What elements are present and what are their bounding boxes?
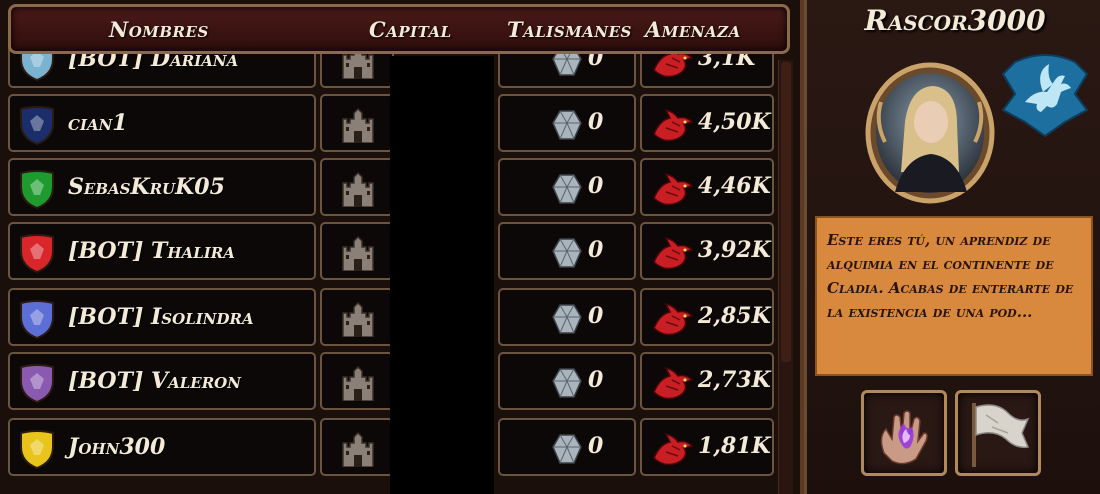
header-capital[interactable]: Capital [369,17,452,42]
capital-cell[interactable] [320,222,394,280]
talismans-cell[interactable]: 0 [498,94,636,152]
threat-cell[interactable]: 3,92K [640,222,774,280]
player-name: Rascor3000 [864,4,1046,37]
pegasus-icon [1001,54,1089,138]
talismans-value: 0 [588,237,604,263]
player-cell[interactable]: SebasKruK05 [8,158,316,216]
threat-cell[interactable]: 2,85K [640,288,774,346]
talismans-value: 0 [588,367,604,393]
player-shield-icon [20,234,54,273]
white-flag-icon [972,403,1030,467]
talismans-value: 0 [588,433,604,459]
red-dragon-icon [653,366,694,400]
castle-icon [342,171,374,207]
talisman-gem-icon [552,238,582,268]
threat-value: 4,50K [698,109,771,135]
talisman-gem-icon [552,434,582,464]
threat-value: 4,46K [698,173,771,199]
player-cell[interactable]: cian1 [8,94,316,152]
ranking-table: [BOT] Dariana 0 3,1K cian1 0 4,50K Sebas… [0,0,804,494]
talismans-cell[interactable]: 0 [498,158,636,216]
player-name-text: SebasKruK05 [68,174,225,200]
threat-cell[interactable]: 4,50K [640,94,774,152]
scrollbar-thumb[interactable] [781,62,791,362]
player-cell[interactable]: [BOT] Thalira [8,222,316,280]
scrollbar[interactable] [778,60,793,494]
header-names[interactable]: Nombres [109,17,209,42]
capital-cell[interactable] [320,352,394,410]
talismans-cell[interactable]: 0 [498,418,636,476]
talismans-value: 0 [588,173,604,199]
player-shield-icon [20,364,54,403]
castle-icon [342,107,374,143]
player-cell[interactable]: [BOT] Isolindra [8,288,316,346]
header-threat[interactable]: Amenaza [645,17,741,42]
capital-cell[interactable] [320,158,394,216]
player-shield-icon [20,430,54,469]
red-dragon-icon [653,108,694,142]
player-description: Este eres tú, un aprendiz de alquimia en… [815,216,1093,376]
talismans-cell[interactable]: 0 [498,222,636,280]
castle-icon [342,235,374,271]
player-cell[interactable]: [BOT] Valeron [8,352,316,410]
threat-cell[interactable]: 4,46K [640,158,774,216]
table-header: Nombres Capital Talismanes Amenaza [8,4,790,54]
capital-gap [390,56,494,494]
castle-icon [342,365,374,401]
threat-value: 3,92K [698,237,771,263]
red-dragon-icon [653,236,694,270]
talisman-gem-icon [552,304,582,334]
player-name-text: [BOT] Thalira [68,238,235,264]
threat-cell[interactable]: 1,81K [640,418,774,476]
talismans-cell[interactable]: 0 [498,288,636,346]
purple-flame-hand-icon [880,410,928,465]
game-screen: [BOT] Dariana 0 3,1K cian1 0 4,50K Sebas… [0,0,1100,494]
player-name-text: John300 [68,434,166,460]
talismans-cell[interactable]: 0 [498,352,636,410]
header-talismans[interactable]: Talismanes [507,17,632,42]
red-dragon-icon [653,432,694,466]
player-cell[interactable]: John300 [8,418,316,476]
capital-cell[interactable] [320,418,394,476]
red-dragon-icon [653,172,694,206]
threat-value: 1,81K [698,433,771,459]
player-shield-icon [20,300,54,339]
castle-icon [342,301,374,337]
talisman-gem-icon [552,368,582,398]
talismans-value: 0 [588,109,604,135]
talisman-gem-icon [552,110,582,140]
player-shield-icon [20,170,54,209]
profile-panel: Rascor3000 Este eres tú, un aprendiz de … [804,0,1100,494]
red-dragon-icon [653,302,694,336]
player-name-text: cian1 [68,110,128,136]
capital-cell[interactable] [320,94,394,152]
alchemy-button[interactable] [861,390,947,476]
player-name-text: [BOT] Isolindra [68,304,254,330]
castle-icon [342,431,374,467]
threat-value: 2,85K [698,303,771,329]
threat-cell[interactable]: 2,73K [640,352,774,410]
player-portrait[interactable] [865,62,995,204]
threat-value: 2,73K [698,367,771,393]
player-name-text: [BOT] Valeron [68,368,241,394]
capital-cell[interactable] [320,288,394,346]
player-shield-icon [20,106,54,145]
surrender-button[interactable] [955,390,1041,476]
talismans-value: 0 [588,303,604,329]
talisman-gem-icon [552,174,582,204]
